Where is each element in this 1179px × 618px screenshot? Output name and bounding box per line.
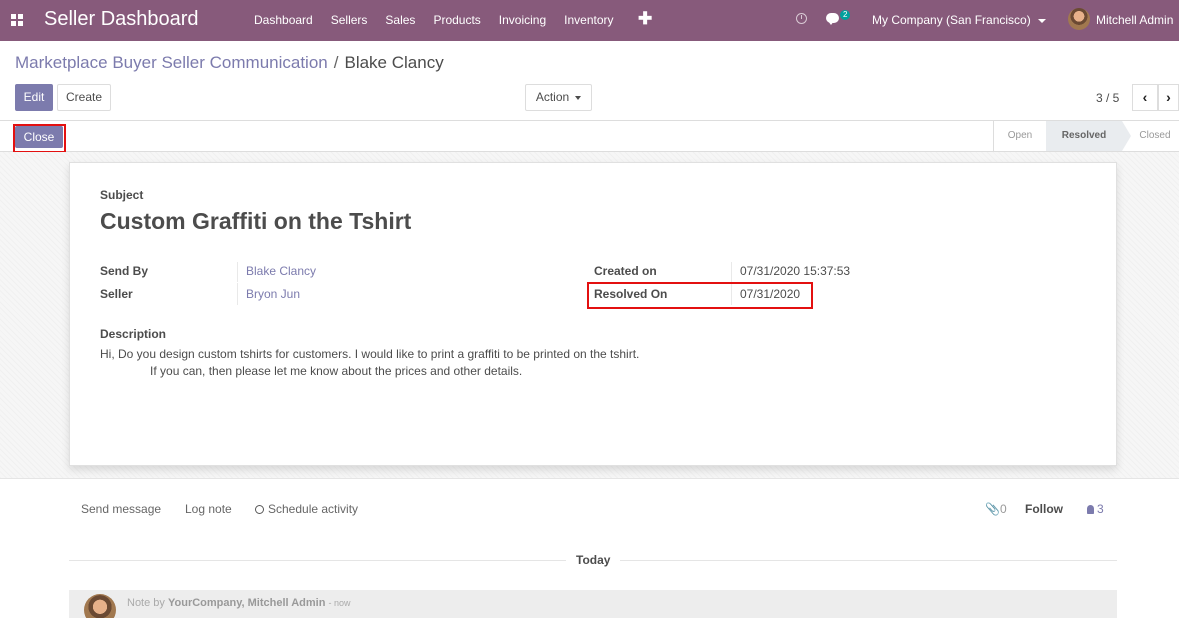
edit-button[interactable]: Edit <box>15 84 53 111</box>
breadcrumb-parent[interactable]: Marketplace Buyer Seller Communication <box>15 53 328 72</box>
description-label: Description <box>100 327 167 341</box>
send-by-value[interactable]: Blake Clancy <box>246 264 316 278</box>
user-avatar[interactable] <box>1068 8 1090 30</box>
note-author[interactable]: YourCompany, Mitchell Admin <box>168 597 325 609</box>
send-message-button[interactable]: Send message <box>81 502 161 516</box>
action-dropdown[interactable]: Action <box>525 84 592 111</box>
breadcrumb-separator: / <box>333 53 339 72</box>
action-label: Action <box>535 90 570 104</box>
schedule-activity-label: Schedule activity <box>268 502 359 516</box>
attachments-button[interactable]: 📎0 <box>985 502 1007 516</box>
top-navbar: Seller Dashboard Dashboard Sellers Sales… <box>0 0 1179 41</box>
caret-down-icon <box>575 95 582 100</box>
clock-icon <box>255 505 264 514</box>
subject-label: Subject <box>100 188 144 202</box>
chat-count-badge: 2 <box>840 10 851 20</box>
status-bar: Close Open Resolved Closed <box>0 120 1179 153</box>
seller-label: Seller <box>100 287 133 301</box>
caret-down-icon <box>1037 18 1046 23</box>
followers-count: 3 <box>1097 502 1104 516</box>
company-name: My Company (San Francisco) <box>872 13 1031 27</box>
follow-button[interactable]: Follow <box>1025 502 1063 516</box>
field-separator <box>237 262 238 282</box>
menu-item-inventory[interactable]: Inventory <box>555 13 622 27</box>
main-menu: Dashboard Sellers Sales Products Invoici… <box>245 13 623 27</box>
menu-item-sales[interactable]: Sales <box>376 13 424 27</box>
field-separator <box>731 262 732 282</box>
note-time: - now <box>328 598 351 608</box>
subject-value: Custom Graffiti on the Tshirt <box>100 208 412 234</box>
field-separator <box>237 283 238 305</box>
breadcrumb: Marketplace Buyer Seller Communication / B… <box>15 53 444 73</box>
pager-previous-button[interactable]: ‹ <box>1132 84 1158 111</box>
menu-item-sellers[interactable]: Sellers <box>322 13 377 27</box>
resolved-on-highlight <box>587 282 813 309</box>
breadcrumb-current: Blake Clancy <box>344 53 444 72</box>
activity-clock-icon[interactable] <box>796 13 807 24</box>
menu-item-invoicing[interactable]: Invoicing <box>490 13 555 27</box>
company-switcher[interactable]: My Company (San Francisco) <box>872 13 1046 27</box>
stage-closed[interactable]: Closed <box>1131 121 1179 151</box>
form-sheet: Subject Custom Graffiti on the Tshirt Se… <box>69 162 1117 466</box>
menu-item-products[interactable]: Products <box>424 13 489 27</box>
created-on-value: 07/31/2020 15:37:53 <box>740 264 851 278</box>
stage-open[interactable]: Open <box>993 121 1046 151</box>
apps-menu-icon[interactable] <box>11 14 23 26</box>
note-prefix: Note by <box>127 597 165 609</box>
close-button-highlight <box>13 124 66 153</box>
paperclip-icon: 📎 <box>985 502 1000 516</box>
date-divider-today: Today <box>566 553 621 567</box>
send-by-label: Send By <box>100 264 149 278</box>
stage-resolved[interactable]: Resolved <box>1046 121 1131 151</box>
seller-value[interactable]: Bryon Jun <box>246 287 300 301</box>
plus-icon[interactable]: ✚ <box>638 9 652 29</box>
schedule-activity-button[interactable]: Schedule activity <box>255 502 358 516</box>
author-avatar[interactable] <box>84 594 116 618</box>
menu-item-dashboard[interactable]: Dashboard <box>245 13 322 27</box>
log-note-button[interactable]: Log note <box>185 502 232 516</box>
attachments-count: 0 <box>999 502 1007 516</box>
app-title[interactable]: Seller Dashboard <box>44 8 199 31</box>
create-button[interactable]: Create <box>57 84 111 111</box>
message-header: Note by YourCompany, Mitchell Admin - no… <box>127 597 351 609</box>
followers-button[interactable]: 3 <box>1087 502 1104 516</box>
created-on-label: Created on <box>594 264 657 278</box>
user-menu[interactable]: Mitchell Admin <box>1096 13 1173 27</box>
chat-icon[interactable] <box>826 13 839 25</box>
user-icon <box>1087 505 1094 514</box>
pager-value[interactable]: 3 / 5 <box>1096 91 1119 105</box>
description-value: Hi, Do you design custom tshirts for cus… <box>100 347 640 378</box>
pager-next-button[interactable]: › <box>1158 84 1179 111</box>
